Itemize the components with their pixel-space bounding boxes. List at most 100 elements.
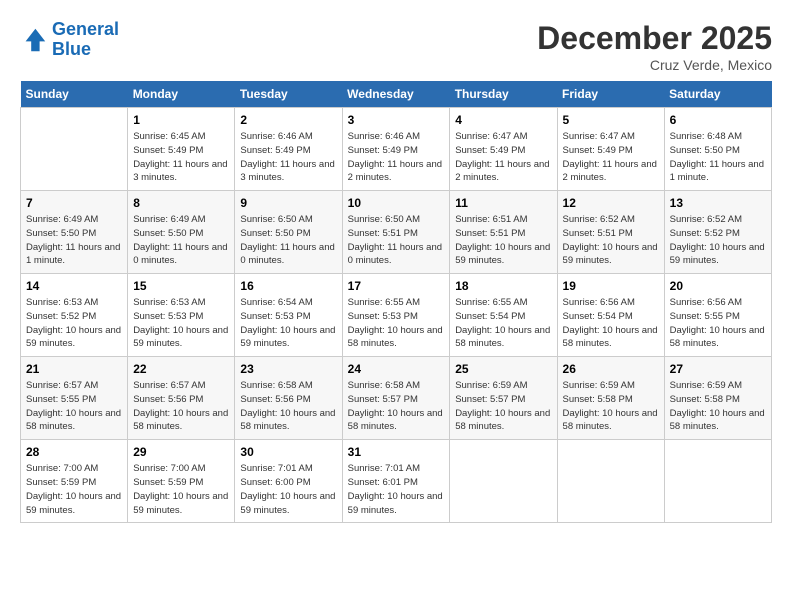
- logo-icon: [20, 26, 48, 54]
- calendar-cell: 15 Sunrise: 6:53 AM Sunset: 5:53 PM Dayli…: [128, 274, 235, 357]
- calendar-cell: [450, 440, 557, 523]
- day-info: Sunrise: 6:54 AM Sunset: 5:53 PM Dayligh…: [240, 296, 336, 351]
- calendar-cell: [21, 108, 128, 191]
- calendar-cell: 9 Sunrise: 6:50 AM Sunset: 5:50 PM Daylig…: [235, 191, 342, 274]
- day-info: Sunrise: 6:58 AM Sunset: 5:56 PM Dayligh…: [240, 379, 336, 434]
- day-number: 18: [455, 279, 551, 293]
- weekday-header-tuesday: Tuesday: [235, 81, 342, 108]
- day-number: 22: [133, 362, 229, 376]
- calendar-cell: 24 Sunrise: 6:58 AM Sunset: 5:57 PM Dayli…: [342, 357, 450, 440]
- day-info: Sunrise: 6:59 AM Sunset: 5:58 PM Dayligh…: [670, 379, 766, 434]
- page-header: General Blue December 2025 Cruz Verde, M…: [20, 20, 772, 73]
- logo: General Blue: [20, 20, 119, 60]
- calendar-cell: 13Sunrise: 6:52 AM Sunset: 5:52 PM Dayli…: [664, 191, 771, 274]
- weekday-header-saturday: Saturday: [664, 81, 771, 108]
- weekday-header-row: SundayMondayTuesdayWednesdayThursdayFrid…: [21, 81, 772, 108]
- day-number: 31: [348, 445, 445, 459]
- day-info: Sunrise: 6:57 AM Sunset: 5:56 PM Dayligh…: [133, 379, 229, 434]
- day-info: Sunrise: 6:57 AM Sunset: 5:55 PM Dayligh…: [26, 379, 122, 434]
- weekday-header-sunday: Sunday: [21, 81, 128, 108]
- calendar-cell: 17Sunrise: 6:55 AM Sunset: 5:53 PM Dayli…: [342, 274, 450, 357]
- day-info: Sunrise: 6:46 AM Sunset: 5:49 PM Dayligh…: [348, 130, 445, 185]
- title-block: December 2025 Cruz Verde, Mexico: [537, 20, 772, 73]
- day-number: 7: [26, 196, 122, 210]
- day-number: 15: [133, 279, 229, 293]
- day-info: Sunrise: 6:56 AM Sunset: 5:54 PM Dayligh…: [563, 296, 659, 351]
- calendar-cell: 10Sunrise: 6:50 AM Sunset: 5:51 PM Dayli…: [342, 191, 450, 274]
- day-number: 29: [133, 445, 229, 459]
- day-info: Sunrise: 6:55 AM Sunset: 5:54 PM Dayligh…: [455, 296, 551, 351]
- calendar-table: SundayMondayTuesdayWednesdayThursdayFrid…: [20, 81, 772, 523]
- day-number: 12: [563, 196, 659, 210]
- day-number: 1: [133, 113, 229, 127]
- weekday-header-friday: Friday: [557, 81, 664, 108]
- calendar-cell: [557, 440, 664, 523]
- week-row-1: 1 Sunrise: 6:45 AM Sunset: 5:49 PM Daylig…: [21, 108, 772, 191]
- day-info: Sunrise: 6:56 AM Sunset: 5:55 PM Dayligh…: [670, 296, 766, 351]
- calendar-cell: 26 Sunrise: 6:59 AM Sunset: 5:58 PM Dayli…: [557, 357, 664, 440]
- day-info: Sunrise: 6:52 AM Sunset: 5:51 PM Dayligh…: [563, 213, 659, 268]
- calendar-cell: 8 Sunrise: 6:49 AM Sunset: 5:50 PM Daylig…: [128, 191, 235, 274]
- day-number: 21: [26, 362, 122, 376]
- weekday-header-wednesday: Wednesday: [342, 81, 450, 108]
- day-number: 19: [563, 279, 659, 293]
- calendar-cell: 21 Sunrise: 6:57 AM Sunset: 5:55 PM Dayli…: [21, 357, 128, 440]
- day-info: Sunrise: 6:53 AM Sunset: 5:52 PM Dayligh…: [26, 296, 122, 351]
- day-info: Sunrise: 6:58 AM Sunset: 5:57 PM Dayligh…: [348, 379, 445, 434]
- day-info: Sunrise: 6:50 AM Sunset: 5:50 PM Dayligh…: [240, 213, 336, 268]
- day-info: Sunrise: 7:00 AM Sunset: 5:59 PM Dayligh…: [133, 462, 229, 517]
- day-info: Sunrise: 6:47 AM Sunset: 5:49 PM Dayligh…: [563, 130, 659, 185]
- weekday-header-monday: Monday: [128, 81, 235, 108]
- calendar-cell: 25Sunrise: 6:59 AM Sunset: 5:57 PM Dayli…: [450, 357, 557, 440]
- day-number: 11: [455, 196, 551, 210]
- week-row-4: 21 Sunrise: 6:57 AM Sunset: 5:55 PM Dayli…: [21, 357, 772, 440]
- day-number: 26: [563, 362, 659, 376]
- calendar-cell: 22 Sunrise: 6:57 AM Sunset: 5:56 PM Dayli…: [128, 357, 235, 440]
- calendar-cell: 18 Sunrise: 6:55 AM Sunset: 5:54 PM Dayli…: [450, 274, 557, 357]
- day-info: Sunrise: 7:01 AM Sunset: 6:01 PM Dayligh…: [348, 462, 445, 517]
- calendar-cell: 4 Sunrise: 6:47 AM Sunset: 5:49 PM Daylig…: [450, 108, 557, 191]
- day-info: Sunrise: 6:53 AM Sunset: 5:53 PM Dayligh…: [133, 296, 229, 351]
- day-info: Sunrise: 6:51 AM Sunset: 5:51 PM Dayligh…: [455, 213, 551, 268]
- day-info: Sunrise: 6:45 AM Sunset: 5:49 PM Dayligh…: [133, 130, 229, 185]
- day-number: 4: [455, 113, 551, 127]
- day-number: 8: [133, 196, 229, 210]
- day-number: 24: [348, 362, 445, 376]
- calendar-cell: 30 Sunrise: 7:01 AM Sunset: 6:00 PM Dayli…: [235, 440, 342, 523]
- day-info: Sunrise: 6:48 AM Sunset: 5:50 PM Dayligh…: [670, 130, 766, 185]
- day-info: Sunrise: 6:49 AM Sunset: 5:50 PM Dayligh…: [133, 213, 229, 268]
- calendar-cell: 3 Sunrise: 6:46 AM Sunset: 5:49 PM Daylig…: [342, 108, 450, 191]
- month-title: December 2025: [537, 20, 772, 57]
- day-number: 17: [348, 279, 445, 293]
- day-number: 9: [240, 196, 336, 210]
- calendar-cell: 29 Sunrise: 7:00 AM Sunset: 5:59 PM Dayli…: [128, 440, 235, 523]
- calendar-cell: 23 Sunrise: 6:58 AM Sunset: 5:56 PM Dayli…: [235, 357, 342, 440]
- day-number: 25: [455, 362, 551, 376]
- day-info: Sunrise: 6:47 AM Sunset: 5:49 PM Dayligh…: [455, 130, 551, 185]
- calendar-cell: 16 Sunrise: 6:54 AM Sunset: 5:53 PM Dayli…: [235, 274, 342, 357]
- day-info: Sunrise: 7:00 AM Sunset: 5:59 PM Dayligh…: [26, 462, 122, 517]
- week-row-2: 7 Sunrise: 6:49 AM Sunset: 5:50 PM Daylig…: [21, 191, 772, 274]
- weekday-header-thursday: Thursday: [450, 81, 557, 108]
- day-number: 3: [348, 113, 445, 127]
- day-number: 16: [240, 279, 336, 293]
- day-number: 20: [670, 279, 766, 293]
- day-info: Sunrise: 6:46 AM Sunset: 5:49 PM Dayligh…: [240, 130, 336, 185]
- day-number: 2: [240, 113, 336, 127]
- day-number: 28: [26, 445, 122, 459]
- calendar-cell: 1 Sunrise: 6:45 AM Sunset: 5:49 PM Daylig…: [128, 108, 235, 191]
- calendar-cell: 5Sunrise: 6:47 AM Sunset: 5:49 PM Daylig…: [557, 108, 664, 191]
- day-number: 30: [240, 445, 336, 459]
- day-info: Sunrise: 6:59 AM Sunset: 5:58 PM Dayligh…: [563, 379, 659, 434]
- calendar-cell: 14Sunrise: 6:53 AM Sunset: 5:52 PM Dayli…: [21, 274, 128, 357]
- location: Cruz Verde, Mexico: [537, 57, 772, 73]
- calendar-cell: 11 Sunrise: 6:51 AM Sunset: 5:51 PM Dayli…: [450, 191, 557, 274]
- day-number: 10: [348, 196, 445, 210]
- day-info: Sunrise: 6:49 AM Sunset: 5:50 PM Dayligh…: [26, 213, 122, 268]
- calendar-cell: 7 Sunrise: 6:49 AM Sunset: 5:50 PM Daylig…: [21, 191, 128, 274]
- day-number: 23: [240, 362, 336, 376]
- day-info: Sunrise: 7:01 AM Sunset: 6:00 PM Dayligh…: [240, 462, 336, 517]
- calendar-cell: 27Sunrise: 6:59 AM Sunset: 5:58 PM Dayli…: [664, 357, 771, 440]
- calendar-cell: 31 Sunrise: 7:01 AM Sunset: 6:01 PM Dayli…: [342, 440, 450, 523]
- calendar-cell: 2 Sunrise: 6:46 AM Sunset: 5:49 PM Daylig…: [235, 108, 342, 191]
